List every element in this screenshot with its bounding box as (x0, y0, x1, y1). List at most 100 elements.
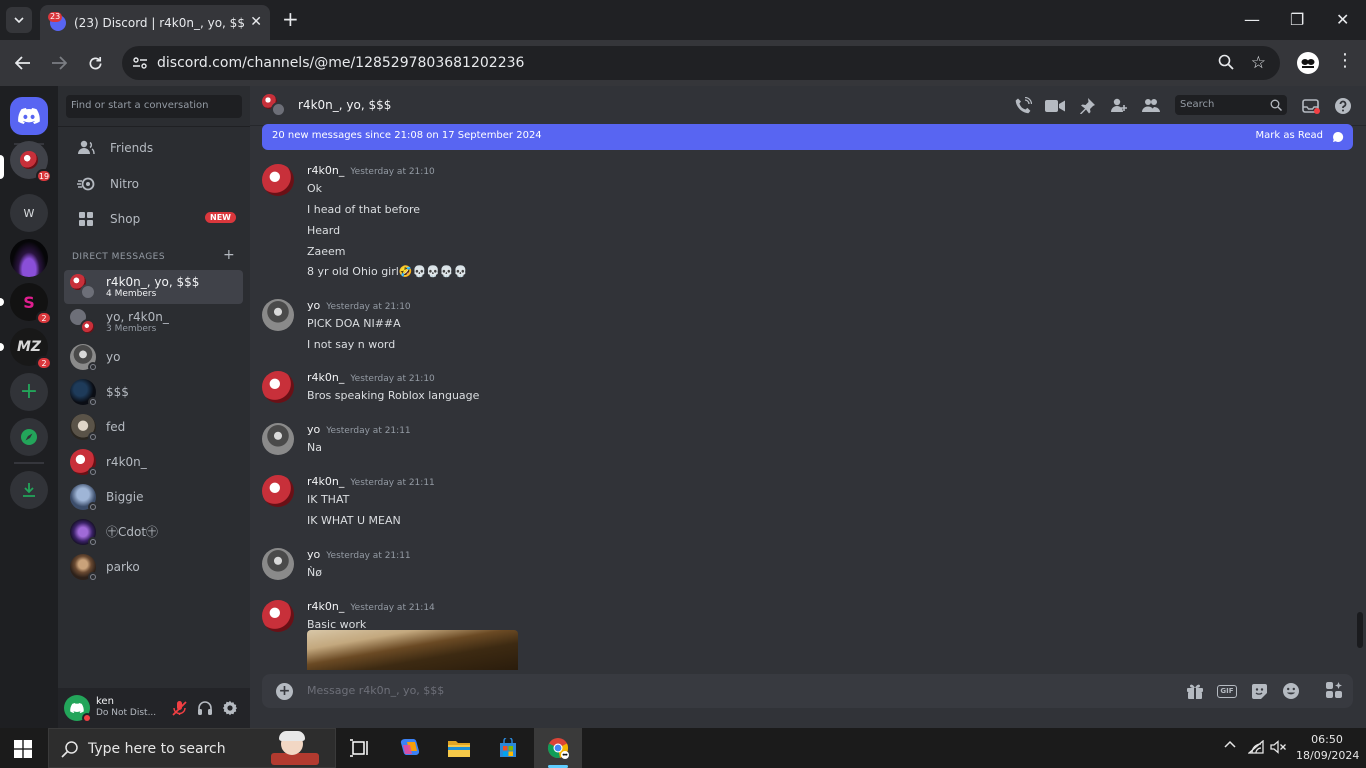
file-explorer-icon[interactable] (447, 736, 471, 760)
author-avatar[interactable] (262, 299, 294, 331)
message-composer[interactable]: + Message r4k0n_, yo, $$$ GIF (262, 674, 1353, 708)
forward-icon[interactable] (48, 52, 70, 74)
zoom-icon[interactable] (1218, 54, 1234, 70)
chat-search-input[interactable]: Search (1175, 95, 1287, 115)
download-icon (23, 483, 35, 497)
dm-item-group-2[interactable]: yo, r4k0n_ 3 Members (64, 305, 243, 339)
tab-search-button[interactable] (6, 7, 32, 33)
guild-mz-logo[interactable]: MZ 2 (10, 328, 52, 370)
message-author[interactable]: r4k0n_ (307, 164, 344, 177)
window-close-icon[interactable]: ✕ (1336, 10, 1349, 29)
user-settings-gear-icon[interactable] (221, 699, 239, 717)
author-avatar[interactable] (262, 475, 294, 507)
tab-title: (23) Discord | r4k0n_, yo, $$$ (74, 15, 244, 30)
search-icon (1270, 99, 1282, 111)
find-conversation-input[interactable]: Find or start a conversation (66, 95, 242, 118)
gif-button[interactable]: GIF (1217, 682, 1237, 700)
add-server-button[interactable]: + (10, 373, 48, 411)
message-author[interactable]: r4k0n_ (307, 371, 344, 384)
copilot-icon[interactable] (398, 736, 422, 760)
dm-item-yo[interactable]: yo (64, 340, 243, 374)
dm-group-guild-icon[interactable]: 19 (10, 141, 52, 183)
user-avatar[interactable] (64, 695, 92, 723)
message-author[interactable]: r4k0n_ (307, 600, 344, 613)
inbox-icon[interactable] (1301, 96, 1321, 116)
browser-tab-discord[interactable]: 23 (23) Discord | r4k0n_, yo, $$$ ✕ (40, 5, 270, 40)
minimize-icon[interactable]: — (1244, 10, 1260, 29)
author-avatar[interactable] (262, 548, 294, 580)
emoji-icon[interactable] (1281, 682, 1301, 700)
search-highlight-illustration (267, 731, 323, 767)
site-info-icon[interactable] (132, 55, 148, 71)
avatar (70, 519, 98, 547)
help-icon[interactable] (1333, 96, 1353, 116)
browser-menu-icon[interactable]: ⋮ (1336, 50, 1354, 71)
message-author[interactable]: yo (307, 299, 320, 312)
voice-call-icon[interactable] (1013, 96, 1033, 116)
headphones-icon[interactable] (196, 699, 214, 717)
guild-s-logo[interactable]: S 2 (10, 283, 52, 325)
dm-item-group-1[interactable]: r4k0n_, yo, $$$ 4 Members (64, 270, 243, 304)
dm-item-biggie[interactable]: Biggie (64, 480, 243, 514)
windows-taskbar: Type here to search 06:50 18/09/2024 (0, 728, 1366, 768)
dm-item-parko[interactable]: parko (64, 550, 243, 584)
dm-item-fed[interactable]: fed (64, 410, 243, 444)
bookmark-star-icon[interactable]: ☆ (1251, 53, 1266, 73)
task-view-icon[interactable] (348, 736, 372, 760)
friends-icon (76, 138, 96, 158)
author-avatar[interactable] (262, 423, 294, 455)
gift-icon[interactable] (1185, 682, 1205, 700)
create-dm-plus-icon[interactable]: + (223, 247, 235, 263)
dm-item-dollars[interactable]: $$$ (64, 375, 243, 409)
restore-icon[interactable]: ❐ (1290, 10, 1304, 29)
profile-avatar[interactable] (1297, 52, 1319, 74)
reload-icon[interactable] (84, 52, 106, 74)
author-avatar[interactable] (262, 164, 294, 196)
home-button[interactable] (10, 97, 48, 135)
upload-plus-icon[interactable]: + (276, 683, 293, 700)
message-scrollbar[interactable] (1357, 612, 1363, 648)
explore-servers-button[interactable] (10, 418, 48, 456)
back-icon[interactable] (12, 52, 34, 74)
image-attachment[interactable] (307, 630, 518, 670)
volume-muted-icon[interactable] (1270, 740, 1286, 754)
mute-microphone-icon[interactable] (170, 699, 188, 717)
guild-w[interactable]: W (10, 194, 48, 232)
address-bar[interactable]: discord.com/channels/@me/128529780368120… (122, 46, 1280, 80)
new-messages-bar[interactable]: 20 new messages since 21:08 on 17 Septem… (262, 124, 1353, 150)
sidebar-item-friends[interactable]: Friends (66, 132, 242, 164)
system-clock[interactable]: 06:50 18/09/2024 (1296, 732, 1359, 764)
mark-read-icon[interactable] (1332, 131, 1344, 143)
video-call-icon[interactable] (1045, 96, 1065, 116)
download-apps-button[interactable] (10, 471, 48, 509)
message-author[interactable]: yo (307, 423, 320, 436)
direct-messages-header: DIRECT MESSAGES (72, 252, 166, 262)
offline-status-icon (88, 467, 98, 477)
sidebar-item-nitro[interactable]: Nitro (66, 168, 242, 200)
author-avatar[interactable] (262, 371, 294, 403)
mark-as-read-button[interactable]: Mark as Read (1256, 130, 1323, 141)
message-author[interactable]: yo (307, 548, 320, 561)
message-author[interactable]: r4k0n_ (307, 475, 344, 488)
taskbar-search-box[interactable]: Type here to search (48, 728, 336, 768)
microsoft-store-icon[interactable] (496, 736, 520, 760)
sticker-icon[interactable] (1249, 682, 1269, 700)
message-timestamp: Yesterday at 21:14 (350, 603, 435, 613)
dm-item-cdot[interactable]: ㊉Cdot㊉ (64, 515, 243, 549)
dm-name: Biggie (106, 489, 144, 504)
add-friends-to-dm-icon[interactable] (1109, 96, 1129, 116)
show-hidden-icons-chevron-icon[interactable] (1224, 740, 1236, 748)
sidebar-item-shop[interactable]: Shop NEW (66, 203, 242, 235)
author-avatar[interactable] (262, 600, 294, 632)
network-wifi-icon[interactable] (1248, 740, 1264, 754)
windows-start-icon[interactable] (14, 740, 32, 758)
dm-item-r4k0n[interactable]: r4k0n_ (64, 445, 243, 479)
new-tab-button[interactable]: + (282, 9, 299, 29)
member-list-icon[interactable] (1141, 96, 1161, 116)
chrome-taskbar-button[interactable] (534, 728, 582, 768)
tab-close-icon[interactable]: ✕ (250, 14, 262, 30)
apps-launcher-icon[interactable] (1325, 681, 1345, 701)
guild-purple[interactable] (10, 239, 48, 277)
avatar (70, 414, 98, 442)
pinned-messages-icon[interactable] (1077, 96, 1097, 116)
